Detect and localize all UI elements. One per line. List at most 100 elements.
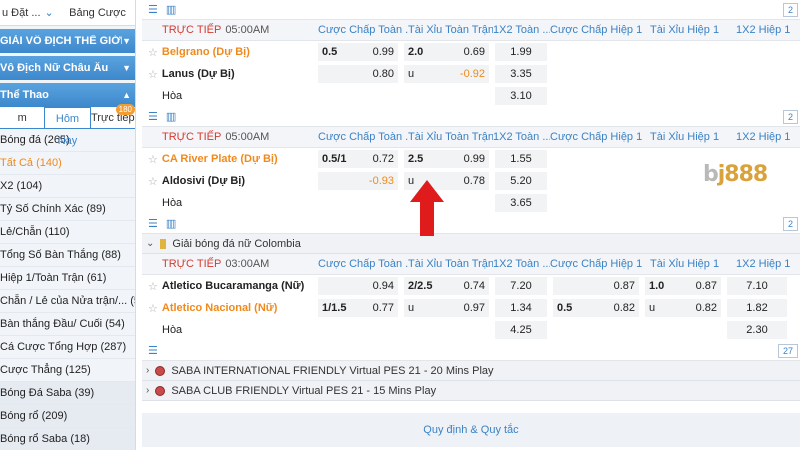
odds: 3.35 [510,68,532,80]
stats-icon[interactable]: ▥ [166,110,176,123]
odds: 3.65 [510,197,532,209]
empty-cell [404,321,489,339]
empty-cell [318,87,398,105]
match-toolbar: ☰ ▥ 2 [142,107,800,127]
match-toolbar: ☰ 27 [142,341,800,361]
odds-cell[interactable]: 0.5/1 0.72 [318,150,398,168]
odds: -0.93 [368,175,394,187]
band-label: GIẢI VÔ ĐỊCH THẾ GIỚI ... [0,35,123,47]
odds-cell[interactable]: 1.55 [495,150,547,168]
league-header-colombia[interactable]: ⌄ Giải bóng đá nữ Colombia [142,234,800,254]
sidebar-item-saba-basketball[interactable]: Bóng rổ Saba (18) [0,428,135,450]
odds-cell[interactable]: u -0.92 [404,65,489,83]
league-header-saba-international[interactable]: › SABA INTERNATIONAL FRIENDLY Virtual PES… [142,361,800,381]
league-header-saba-club[interactable]: › SABA CLUB FRIENDLY Virtual PES 21 - 15 … [142,381,800,401]
col-h1-1x2: 1X2 Hiệp 1 [736,258,791,270]
odds-cell[interactable]: 2/2.5 0.74 [404,277,489,295]
list-icon[interactable]: ☰ [148,217,158,230]
odds-cell[interactable]: 2.0 0.69 [404,43,489,61]
rules-link[interactable]: Quy định & Quy tắc [142,413,800,447]
odds-cell[interactable]: u 0.97 [404,299,489,317]
odds-cell[interactable]: 1.0 0.87 [645,277,721,295]
odds-cell[interactable]: 2.5 0.99 [404,150,489,168]
list-icon[interactable]: ☰ [148,110,158,123]
odds-cell[interactable]: 1.99 [495,43,547,61]
sidebar-item-odd-even[interactable]: Lẻ/Chẵn (110) [0,221,135,244]
bet-slip-link[interactable]: Bảng Cược [60,7,135,19]
more-bets-count[interactable]: 2 [782,109,798,124]
tab-live[interactable]: Trực tiếp 180 [91,104,135,128]
sidebar-item-correct-score[interactable]: Tỷ Số Chính Xác (89) [0,198,135,221]
tab-today[interactable]: Hôm Nay [44,107,91,147]
odds: 4.25 [510,324,532,336]
sidebar-item-saba-football[interactable]: Bóng Đá Saba (39) [0,382,135,405]
odds-cell[interactable]: 0.87 [553,277,639,295]
star-icon[interactable]: ☆ [148,153,158,166]
list-icon[interactable]: ☰ [148,3,158,16]
odds: 0.77 [372,302,394,314]
odds-cell[interactable]: 5.20 [495,172,547,190]
col-h1-1x2: 1X2 Hiệp 1 [736,24,791,36]
arrow-shape [410,180,444,236]
col-h1-over-under: Tài Xỉu Hiệp 1 [650,131,720,143]
stats-icon[interactable]: ▥ [166,217,176,230]
odds-cell[interactable]: 1/1.5 0.77 [318,299,398,317]
tab-early[interactable]: m [0,107,44,128]
odds-cell[interactable]: 0.5 0.99 [318,43,398,61]
sidebar-item-first-last-goal[interactable]: Bàn thắng Đầu/ Cuối (54) [0,313,135,336]
odds-cell[interactable]: 1.82 [727,299,787,317]
bet-type-select[interactable]: u Đặt ... ⌄ [0,6,60,19]
odds-header: TRỰC TIẾP 05:00AM Cược Chấp Toàn ... Tài … [142,20,800,41]
list-icon[interactable]: ☰ [148,344,158,357]
sidebar-band-world-cup[interactable]: GIẢI VÔ ĐỊCH THẾ GIỚI ...▼ [0,29,135,53]
more-bets-count[interactable]: 2 [782,2,798,17]
sidebar-item-parlay[interactable]: Cá Cược Tổng Hợp (287) [0,336,135,359]
star-icon[interactable]: ☆ [148,175,158,188]
sidebar-band-sports[interactable]: Thể Thao ▲ [0,83,135,107]
line: 0.5/1 [322,153,347,165]
odds-cell[interactable]: 3.65 [495,194,547,212]
odds: 2.30 [746,324,768,336]
star-icon[interactable]: ☆ [148,280,158,293]
table-row: ☆ Atletico Bucaramanga (Nữ) 0.94 2/2.5 0.7… [142,275,800,297]
star-icon[interactable]: ☆ [148,302,158,315]
red-arrow-annotation [410,180,444,236]
odds: 0.87 [695,280,717,292]
live-time: TRỰC TIẾP 05:00AM [142,131,318,143]
team-name: Atletico Nacional (Nữ) [161,302,278,314]
live-label: TRỰC TIẾP [162,131,222,143]
league-name: Giải bóng đá nữ Colombia [172,237,301,250]
odds-cell[interactable]: 0.94 [318,277,398,295]
star-icon[interactable]: ☆ [148,68,158,81]
more-bets-count[interactable]: 2 [782,216,798,231]
sidebar-item-ht-ft[interactable]: Hiệp 1/Toàn Trận (61) [0,267,135,290]
odds-cell[interactable]: 4.25 [495,321,547,339]
odds-cell[interactable]: -0.93 [318,172,398,190]
more-bets-count[interactable]: 27 [777,343,798,358]
odds-cell[interactable]: 1.34 [495,299,547,317]
sidebar-item-half-odd-even[interactable]: Chẵn / Lẻ của Nửa trận/... (59) [0,290,135,313]
odds-cell[interactable]: 7.20 [495,277,547,295]
odds-cell[interactable]: 2.30 [727,321,787,339]
sidebar-item-outright[interactable]: Cược Thẳng (125) [0,359,135,382]
sidebar-item-total-goals[interactable]: Tổng Số Bàn Thắng (88) [0,244,135,267]
odds-cell[interactable]: 0.80 [318,65,398,83]
stats-icon[interactable]: ▥ [166,3,176,16]
star-icon[interactable]: ☆ [148,46,158,59]
sidebar-item-all[interactable]: Tất Cả (140) [0,152,135,175]
odds-cell[interactable]: 0.5 0.82 [553,299,639,317]
odds-cell[interactable]: 7.10 [727,277,787,295]
sidebar-band-women-euro[interactable]: Vô Địch Nữ Châu Âu ▼ [0,56,135,80]
odds-cell[interactable]: u 0.82 [645,299,721,317]
band-label: Thể Thao [0,89,49,101]
col-1x2: 1X2 Toàn ... [493,131,550,143]
tab-label: Hôm Nay [55,113,80,147]
empty-cell [645,321,721,339]
empty-cell [553,321,639,339]
odds-cell[interactable]: 3.35 [495,65,547,83]
sidebar-item-1x2[interactable]: X2 (104) [0,175,135,198]
odds-cell[interactable]: 3.10 [495,87,547,105]
sidebar-item-basketball[interactable]: Bóng rổ (209) [0,405,135,428]
tab-label: m [17,112,27,124]
chevron-down-icon: ⌄ [146,238,155,249]
